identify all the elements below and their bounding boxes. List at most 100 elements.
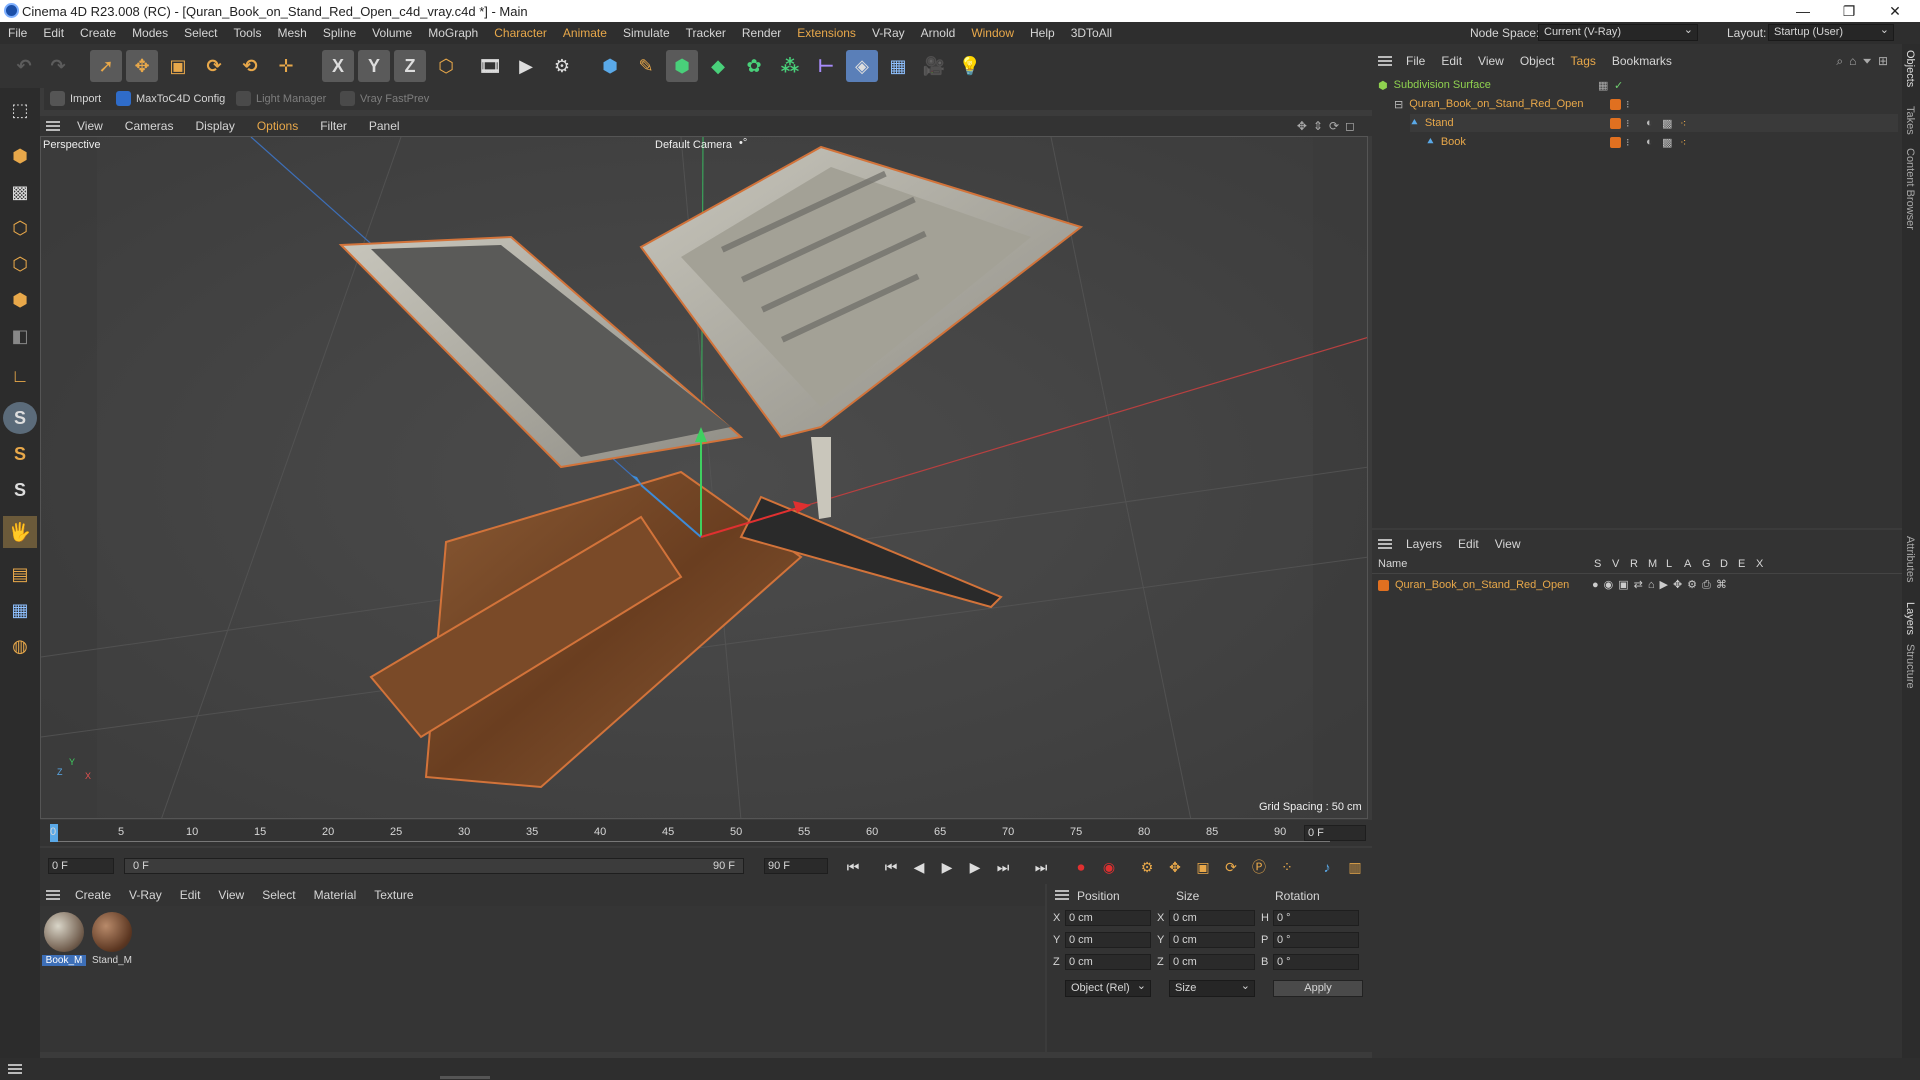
layers-menu-layers[interactable]: Layers bbox=[1398, 537, 1450, 551]
vp-menu-options[interactable]: Options bbox=[246, 119, 309, 133]
mat-menu-texture[interactable]: Texture bbox=[365, 888, 422, 902]
grid-icon[interactable]: ▤ bbox=[3, 558, 37, 590]
material-menu-icon[interactable] bbox=[46, 890, 60, 900]
recent-tools-icon[interactable]: ⟲ bbox=[234, 50, 266, 82]
vp-menu-panel[interactable]: Panel bbox=[358, 119, 411, 133]
move-icon[interactable]: ✥ bbox=[126, 50, 158, 82]
menu-help[interactable]: Help bbox=[1022, 26, 1063, 40]
vp-menu-display[interactable]: Display bbox=[184, 119, 245, 133]
undo-icon[interactable]: ↶ bbox=[8, 50, 40, 82]
render-view-icon[interactable]: 🎞 bbox=[474, 50, 506, 82]
menu-edit[interactable]: Edit bbox=[35, 26, 72, 40]
menu-mograph[interactable]: MoGraph bbox=[420, 26, 486, 40]
tab-objects[interactable]: Objects bbox=[1904, 50, 1916, 87]
render-dots-icon[interactable]: ⁝ bbox=[1626, 136, 1630, 149]
autokeying-icon[interactable]: ◉ bbox=[1098, 856, 1120, 878]
pos-z-field[interactable]: 0 cm bbox=[1065, 954, 1151, 970]
previous-frame-icon[interactable]: ◀ bbox=[908, 856, 930, 878]
coordinate-system-icon[interactable]: ⬡ bbox=[430, 50, 462, 82]
menu-character[interactable]: Character bbox=[486, 26, 555, 40]
layer-color-chip[interactable] bbox=[1610, 117, 1621, 129]
layer-color-chip[interactable] bbox=[1610, 136, 1621, 148]
menu-spline[interactable]: Spline bbox=[315, 26, 364, 40]
menu-3dtoall[interactable]: 3DToAll bbox=[1063, 26, 1120, 40]
workplane-icon[interactable]: ∟ bbox=[3, 360, 37, 392]
timeline-window-icon[interactable]: ▥ bbox=[1344, 856, 1366, 878]
rotate-icon[interactable]: ⟳ bbox=[198, 50, 230, 82]
floor-grid-icon[interactable]: ▦ bbox=[3, 594, 37, 626]
uv-mode-icon[interactable]: ◧ bbox=[3, 320, 37, 352]
checker-tag-icon[interactable]: ▩ bbox=[1662, 117, 1672, 130]
menu-file[interactable]: File bbox=[0, 26, 35, 40]
obj-menu-view[interactable]: View bbox=[1470, 54, 1512, 68]
node-space-dropdown[interactable]: Current (V-Ray) bbox=[1538, 23, 1698, 41]
layer-row[interactable]: Quran_Book_on_Stand_Red_Open ●◉▣⇄⌂▶✥⚙⎙⌘ bbox=[1378, 576, 1898, 594]
menu-create[interactable]: Create bbox=[72, 26, 124, 40]
scale-icon[interactable]: ▣ bbox=[162, 50, 194, 82]
mat-menu-material[interactable]: Material bbox=[305, 888, 366, 902]
obj-menu-bookmarks[interactable]: Bookmarks bbox=[1604, 54, 1680, 68]
next-key-icon[interactable]: ⏭ bbox=[992, 856, 1014, 878]
menu-render[interactable]: Render bbox=[734, 26, 789, 40]
deformer-icon[interactable]: ⊢ bbox=[810, 50, 842, 82]
phong-tag-icon[interactable]: ⁖ bbox=[1680, 117, 1686, 130]
polygons-mode-icon[interactable]: ⬢ bbox=[3, 284, 37, 316]
maximize-button[interactable]: ❐ bbox=[1826, 0, 1872, 22]
x-axis-button[interactable]: X bbox=[322, 50, 354, 82]
obj-menu-tags[interactable]: Tags bbox=[1563, 54, 1604, 68]
frame-range-slider[interactable]: 0 F 90 F bbox=[124, 858, 744, 874]
snap-s-button-3[interactable]: S bbox=[3, 474, 37, 506]
pos-y-field[interactable]: 0 cm bbox=[1065, 932, 1151, 948]
rot-b-field[interactable]: 0 ° bbox=[1273, 954, 1359, 970]
tab-structure[interactable]: Structure bbox=[1904, 644, 1916, 689]
menu-modes[interactable]: Modes bbox=[124, 26, 176, 40]
model-mode-icon[interactable]: ⬢ bbox=[3, 140, 37, 172]
layer-color-chip[interactable] bbox=[1610, 98, 1621, 110]
layers-menu-view[interactable]: View bbox=[1487, 537, 1529, 551]
record-active-objects-icon[interactable]: ⏺ bbox=[1070, 856, 1092, 878]
vray-fastprev-button[interactable]: Vray FastPrev bbox=[340, 91, 429, 106]
viewport-menu-icon[interactable] bbox=[46, 121, 60, 131]
3d-viewport[interactable]: Perspective Default Camera •° Grid Spaci… bbox=[40, 136, 1368, 819]
menu-animate[interactable]: Animate bbox=[555, 26, 615, 40]
obj-menu-file[interactable]: File bbox=[1398, 54, 1433, 68]
menu-window[interactable]: Window bbox=[963, 26, 1022, 40]
rotation-key-icon[interactable]: ⟳ bbox=[1220, 856, 1242, 878]
points-mode-icon[interactable]: ⬡ bbox=[3, 212, 37, 244]
size-z-field[interactable]: 0 cm bbox=[1169, 954, 1255, 970]
next-frame-icon[interactable]: ▶ bbox=[964, 856, 986, 878]
go-to-start-icon[interactable]: ⏮ bbox=[842, 856, 864, 878]
tab-content-browser[interactable]: Content Browser bbox=[1904, 148, 1916, 230]
magnet-icon[interactable]: 🖐 bbox=[3, 516, 37, 548]
minimize-button[interactable]: — bbox=[1780, 0, 1826, 22]
size-x-field[interactable]: 0 cm bbox=[1169, 910, 1255, 926]
timeline-ruler[interactable]: 0 5 10 15 20 25 30 35 40 45 50 55 60 65 … bbox=[40, 820, 1372, 846]
light-icon[interactable]: 💡 bbox=[954, 50, 986, 82]
material-tag-icon[interactable]: ◐ bbox=[1646, 117, 1653, 129]
tab-layers[interactable]: Layers bbox=[1904, 602, 1916, 635]
material-stand-m[interactable]: Stand_M bbox=[90, 912, 134, 974]
create-tool-icon[interactable]: ✛ bbox=[270, 50, 302, 82]
material-book-m[interactable]: Book_M bbox=[42, 912, 86, 974]
layers-menu-edit[interactable]: Edit bbox=[1450, 537, 1487, 551]
snap-s-button-1[interactable]: S bbox=[3, 402, 37, 434]
obj-menu-edit[interactable]: Edit bbox=[1433, 54, 1470, 68]
objects-search-tools-icon[interactable]: ⌕⌂⏷⊞ bbox=[1836, 54, 1894, 69]
camera-icon[interactable]: 🎥 bbox=[918, 50, 950, 82]
camera-link-icon[interactable]: •° bbox=[739, 137, 747, 149]
size-y-field[interactable]: 0 cm bbox=[1169, 932, 1255, 948]
snap-s-button-2[interactable]: S bbox=[3, 438, 37, 470]
render-picture-viewer-icon[interactable]: ▶ bbox=[510, 50, 542, 82]
cloner-icon[interactable]: ✿ bbox=[738, 50, 770, 82]
position-key-icon[interactable]: ✥ bbox=[1164, 856, 1186, 878]
tree-row-stand[interactable]: ⯅ Stand ⁝ ◐ ▩ ⁖ bbox=[1410, 114, 1898, 132]
cube-object-icon[interactable]: ⬢ bbox=[594, 50, 626, 82]
vp-menu-cameras[interactable]: Cameras bbox=[114, 119, 185, 133]
mograph-icon[interactable]: ⁂ bbox=[774, 50, 806, 82]
status-menu-icon[interactable] bbox=[8, 1064, 22, 1074]
mat-menu-select[interactable]: Select bbox=[253, 888, 304, 902]
live-selection-icon[interactable]: ➚ bbox=[90, 50, 122, 82]
size-mode-dropdown[interactable]: Size bbox=[1169, 979, 1255, 997]
menu-extensions[interactable]: Extensions bbox=[789, 26, 864, 40]
menu-simulate[interactable]: Simulate bbox=[615, 26, 678, 40]
